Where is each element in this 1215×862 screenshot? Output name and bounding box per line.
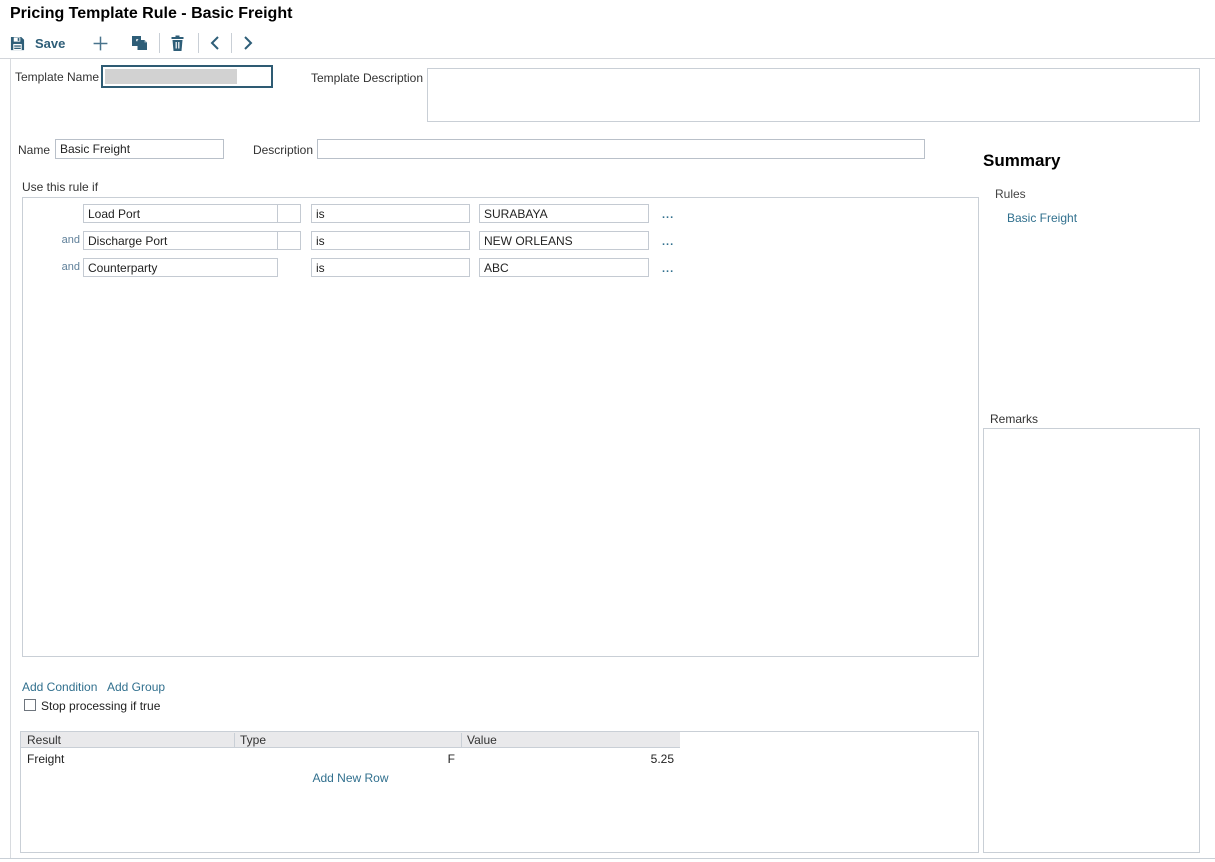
condition-row: and Discharge Port is NEW ORLEANS ... — [23, 231, 978, 250]
summary-rule-link[interactable]: Basic Freight — [1007, 211, 1077, 225]
use-this-rule-if-label: Use this rule if — [22, 180, 98, 194]
plus-icon[interactable] — [92, 35, 109, 52]
stop-processing-checkbox[interactable] — [24, 699, 36, 711]
column-header-result: Result — [27, 733, 61, 747]
condition-field-lookup-box[interactable] — [277, 204, 301, 223]
toolbar-separator — [159, 33, 160, 53]
condition-field-input[interactable]: Counterparty — [83, 258, 278, 277]
bottom-divider — [0, 858, 1215, 859]
chevron-right-icon[interactable] — [241, 35, 255, 51]
result-cell: Freight — [27, 752, 64, 766]
type-cell: F — [234, 752, 455, 766]
condition-value-input[interactable]: ABC — [479, 258, 649, 277]
condition-value-input[interactable]: SURABAYA — [479, 204, 649, 223]
toolbar-separator — [231, 33, 232, 53]
trash-icon[interactable] — [170, 35, 185, 51]
toolbar-separator — [198, 33, 199, 53]
chevron-left-icon[interactable] — [208, 35, 222, 51]
rule-description-input[interactable] — [317, 139, 925, 159]
toolbar: Save — [10, 30, 255, 56]
remarks-label: Remarks — [990, 412, 1038, 426]
save-button-label: Save — [35, 36, 65, 51]
column-header-value: Value — [467, 733, 497, 747]
add-condition-link[interactable]: Add Condition — [22, 680, 97, 694]
conjunction-label: and — [53, 234, 80, 246]
page-title: Pricing Template Rule - Basic Freight — [10, 5, 292, 23]
pricing-template-rule-window: Pricing Template Rule - Basic Freight Sa… — [0, 0, 1215, 862]
results-panel: Result Type Value Freight F 5.25 Add New… — [20, 731, 979, 853]
template-description-input[interactable] — [427, 68, 1200, 122]
copy-icon[interactable] — [131, 35, 148, 51]
condition-more-button[interactable]: ... — [662, 236, 674, 248]
rule-name-label: Name — [0, 143, 50, 157]
add-group-link[interactable]: Add Group — [107, 680, 165, 694]
condition-more-button[interactable]: ... — [662, 263, 674, 275]
template-name-selection — [105, 69, 237, 84]
template-name-label: Template Name — [0, 70, 99, 84]
condition-field-input[interactable]: Discharge Port — [83, 231, 278, 250]
condition-operator-input[interactable]: is — [311, 204, 470, 223]
summary-heading: Summary — [983, 151, 1060, 171]
conditions-panel: Load Port is SURABAYA ... and Discharge … — [22, 197, 979, 657]
save-button[interactable]: Save — [10, 36, 65, 51]
template-description-label: Template Description — [300, 71, 423, 85]
condition-field-lookup-box[interactable] — [277, 231, 301, 250]
condition-operator-input[interactable]: is — [311, 258, 470, 277]
rule-description-label: Description — [200, 143, 313, 157]
table-row[interactable]: Freight F 5.25 — [21, 752, 680, 768]
stop-processing-label: Stop processing if true — [41, 699, 160, 713]
rules-label: Rules — [995, 187, 1026, 201]
column-separator — [234, 733, 235, 747]
conjunction-label: and — [53, 261, 80, 273]
save-icon — [10, 36, 25, 51]
condition-operator-input[interactable]: is — [311, 231, 470, 250]
column-separator — [461, 733, 462, 747]
results-table-header: Result Type Value — [21, 732, 680, 748]
template-name-input[interactable] — [101, 65, 273, 88]
condition-value-input[interactable]: NEW ORLEANS — [479, 231, 649, 250]
condition-row: Load Port is SURABAYA ... — [23, 204, 978, 223]
add-new-row-link[interactable]: Add New Row — [21, 771, 680, 785]
value-cell: 5.25 — [461, 752, 674, 766]
condition-row: and Counterparty is ABC ... — [23, 258, 978, 277]
condition-more-button[interactable]: ... — [662, 209, 674, 221]
toolbar-divider — [0, 58, 1215, 59]
rule-name-input[interactable]: Basic Freight — [55, 139, 224, 159]
condition-field-input[interactable]: Load Port — [83, 204, 278, 223]
remarks-input[interactable] — [983, 428, 1200, 853]
content-panel-border — [10, 59, 11, 858]
column-header-type: Type — [240, 733, 266, 747]
